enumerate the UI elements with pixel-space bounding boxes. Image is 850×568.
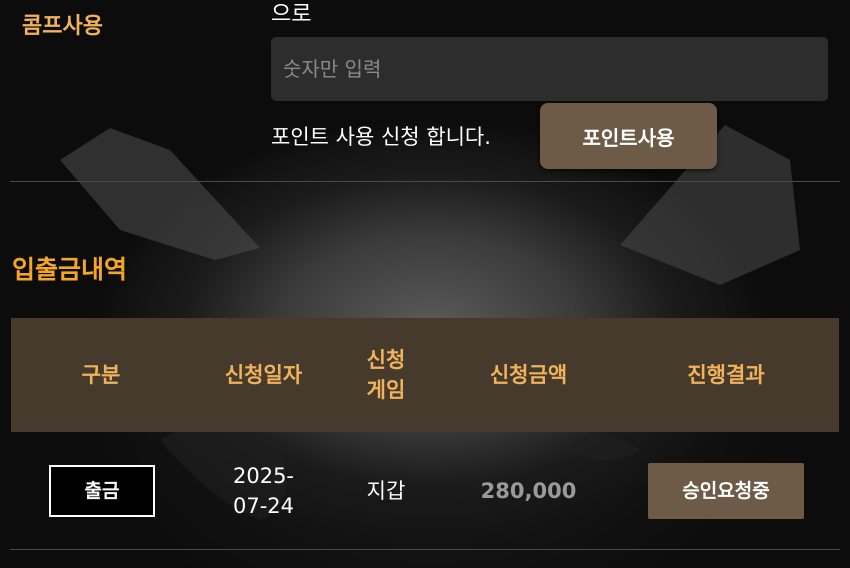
comp-conversion-text: 으로 <box>271 2 312 27</box>
date-cell: 2025- 07-24 <box>232 464 295 518</box>
history-section-title: 입출금내역 <box>12 255 128 284</box>
amount-cell: 280,000 <box>480 479 577 503</box>
history-table-header: 구분 신청일자 신청 게임 신청금액 진행결과 <box>11 318 839 432</box>
point-use-button[interactable]: 포인트사용 <box>540 103 717 169</box>
table-row: 출금 2025- 07-24 지갑 280,000 승인요청중 <box>11 434 839 548</box>
game-cell: 지갑 <box>366 479 406 503</box>
row-divider <box>10 549 840 550</box>
status-badge: 승인요청중 <box>648 463 804 519</box>
comp-usage-label: 콤프사용 <box>22 14 103 39</box>
point-apply-text: 포인트 사용 신청 합니다. <box>271 125 491 149</box>
column-header-amount: 신청금액 <box>489 363 568 387</box>
column-header-game: 신청 게임 <box>366 348 406 402</box>
point-amount-input[interactable] <box>271 37 828 101</box>
section-divider <box>10 181 840 182</box>
type-cell: 출금 <box>46 434 158 548</box>
column-header-date: 신청일자 <box>224 363 303 387</box>
withdraw-type-badge: 출금 <box>49 465 155 517</box>
column-header-status: 진행결과 <box>687 363 765 387</box>
status-cell: 승인요청중 <box>647 434 805 548</box>
column-header-type: 구분 <box>81 363 121 387</box>
